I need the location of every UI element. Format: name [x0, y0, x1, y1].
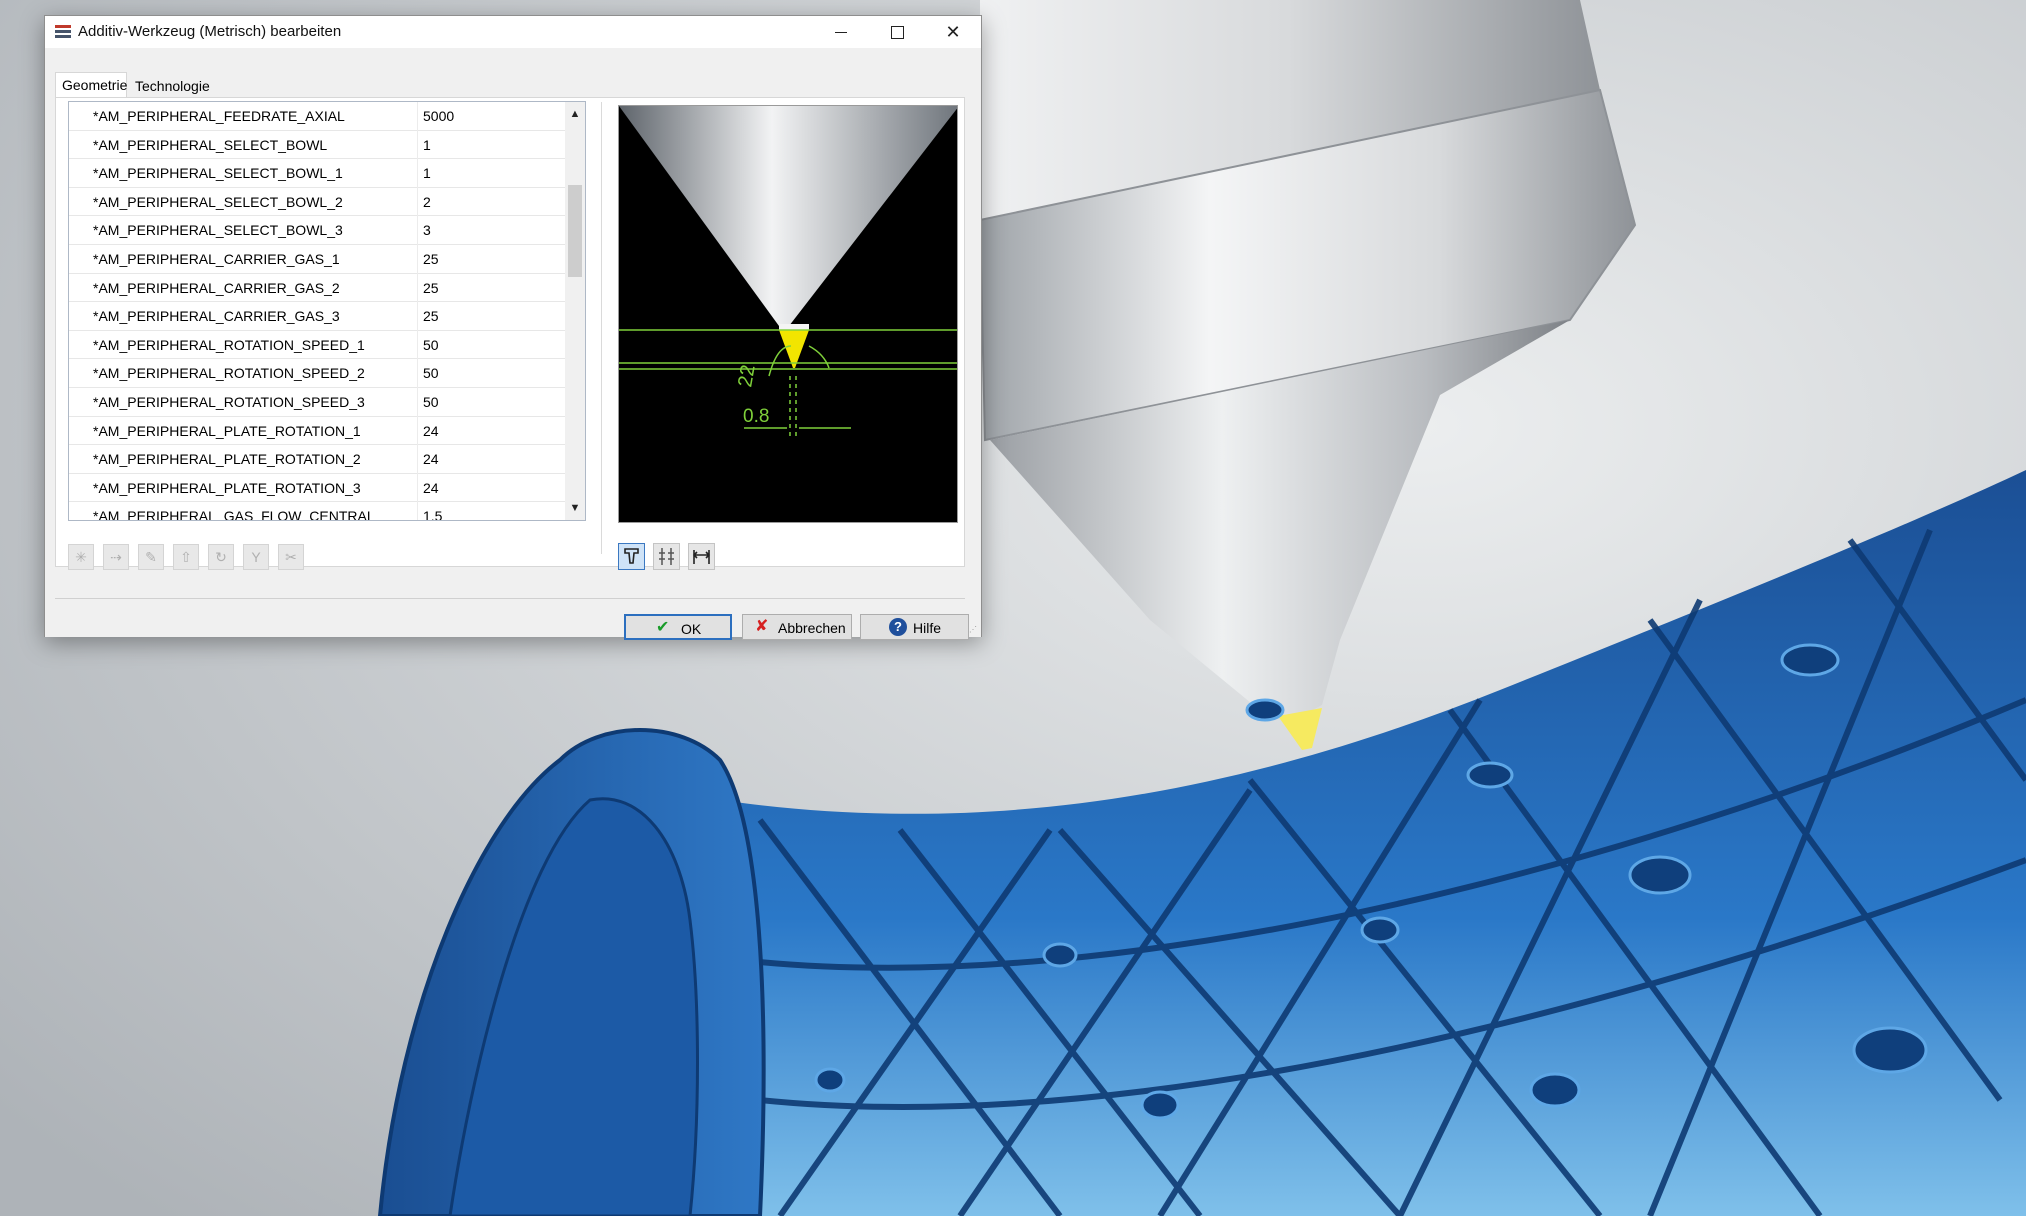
- parameter-value[interactable]: 25: [423, 308, 439, 324]
- parameter-value[interactable]: 24: [423, 480, 439, 496]
- parameter-name: *AM_PERIPHERAL_PLATE_ROTATION_2: [93, 451, 361, 468]
- parameter-name: *AM_PERIPHERAL_ROTATION_SPEED_2: [93, 365, 365, 382]
- scroll-thumb[interactable]: [568, 185, 582, 277]
- cross-icon: ✘: [755, 618, 769, 635]
- help-label: Hilfe: [913, 620, 942, 636]
- maximize-button[interactable]: [869, 16, 925, 48]
- parameter-name: *AM_PERIPHERAL_SELECT_BOWL_1: [93, 165, 343, 182]
- diameter-label: 0.8: [743, 406, 769, 427]
- parameter-value[interactable]: 24: [423, 423, 439, 439]
- parameter-value[interactable]: 24: [423, 451, 439, 467]
- parameter-name: *AM_PERIPHERAL_ROTATION_SPEED_1: [93, 336, 365, 353]
- parameter-grid: *AM_PERIPHERAL_GAS_FLOW_CENTRAL 1.5 *AM_PE…: [68, 101, 586, 521]
- minimize-button[interactable]: [813, 16, 869, 48]
- ok-label: OK: [681, 621, 702, 637]
- preview-tip-collar: [779, 324, 809, 330]
- angle-label: 22: [734, 363, 760, 389]
- scroll-up-icon[interactable]: ▲: [565, 104, 585, 124]
- dialog-client: Geometrie Technologie *AM_PERIPHERAL_GAS…: [45, 48, 981, 640]
- check-icon: ✔: [656, 619, 670, 636]
- parameter-value[interactable]: 50: [423, 365, 439, 381]
- grid-scrollbar[interactable]: ▲ ▼: [565, 102, 585, 520]
- app-icon: [55, 24, 71, 40]
- scroll-down-icon[interactable]: ▼: [565, 498, 585, 518]
- table-row[interactable]: *AM_PERIPHERAL_ROTATION_SPEED_1 50: [69, 331, 566, 360]
- table-row[interactable]: *AM_PERIPHERAL_SELECT_BOWL_3 3: [69, 216, 566, 245]
- parameter-name: *AM_PERIPHERAL_PLATE_ROTATION_3: [93, 479, 361, 496]
- table-row[interactable]: *AM_PERIPHERAL_PLATE_ROTATION_1 24: [69, 417, 566, 446]
- resize-grip[interactable]: ⋰: [969, 625, 979, 635]
- edit-tool-dialog: Additiv-Werkzeug (Metrisch) bearbeiten ✕…: [44, 15, 982, 640]
- tool-view-button[interactable]: [618, 543, 645, 570]
- close-button[interactable]: ✕: [925, 16, 981, 48]
- parameter-value[interactable]: 5000: [423, 108, 454, 124]
- table-row[interactable]: *AM_PERIPHERAL_CARRIER_GAS_3 25: [69, 302, 566, 331]
- cancel-label: Abbrechen: [778, 620, 846, 636]
- table-row[interactable]: *AM_PERIPHERAL_SELECT_BOWL 1: [69, 131, 566, 160]
- table-row[interactable]: *AM_PERIPHERAL_GAS_FLOW_CENTRAL 1.5: [69, 502, 566, 521]
- parameter-name: *AM_PERIPHERAL_SELECT_BOWL: [93, 136, 328, 153]
- parameter-value[interactable]: 3: [423, 222, 431, 238]
- export-icon[interactable]: ⇧: [173, 544, 199, 570]
- dimension-view-icon: [692, 550, 711, 564]
- dimension-line: [808, 345, 830, 369]
- tool-preview-drawing: 22 0.8: [619, 106, 957, 436]
- table-row[interactable]: *AM_PERIPHERAL_CARRIER_GAS_1 25: [69, 245, 566, 274]
- parameter-value[interactable]: 2: [423, 194, 431, 210]
- parameter-value[interactable]: 50: [423, 394, 439, 410]
- column-separator: [417, 102, 418, 520]
- button-separator: [55, 598, 965, 599]
- parameter-value[interactable]: 1.5: [423, 508, 442, 520]
- table-row[interactable]: *AM_PERIPHERAL_CARRIER_GAS_2 25: [69, 274, 566, 303]
- holder-view-button[interactable]: [653, 543, 680, 570]
- table-row[interactable]: *AM_PERIPHERAL_PLATE_ROTATION_3 24: [69, 474, 566, 503]
- parameter-value[interactable]: 25: [423, 251, 439, 267]
- holder-view-icon: [659, 548, 674, 565]
- tool-preview[interactable]: 22 0.8: [618, 105, 958, 523]
- table-row[interactable]: *AM_PERIPHERAL_ROTATION_SPEED_2 50: [69, 359, 566, 388]
- filter-icon[interactable]: Y: [243, 544, 269, 570]
- cancel-button[interactable]: ✘ Abbrechen: [742, 614, 852, 640]
- ok-button[interactable]: ✔ OK: [624, 614, 732, 640]
- parameter-name: *AM_PERIPHERAL_CARRIER_GAS_3: [93, 308, 340, 325]
- help-icon: ?: [889, 618, 907, 636]
- parameter-name: *AM_PERIPHERAL_PLATE_ROTATION_1: [93, 422, 361, 439]
- parameter-value[interactable]: 1: [423, 137, 431, 153]
- link-icon[interactable]: ⇢: [103, 544, 129, 570]
- parameter-name: *AM_PERIPHERAL_CARRIER_GAS_1: [93, 251, 340, 267]
- refresh-icon[interactable]: ↻: [208, 544, 234, 570]
- parameter-name: *AM_PERIPHERAL_GAS_FLOW_CENTRAL: [93, 508, 375, 521]
- tool-view-icon: [624, 548, 639, 564]
- title-bar[interactable]: Additiv-Werkzeug (Metrisch) bearbeiten ✕: [45, 16, 981, 48]
- preview-cone: [619, 106, 957, 326]
- new-parameter-icon[interactable]: ✳: [68, 544, 94, 570]
- parameter-name: *AM_PERIPHERAL_SELECT_BOWL_2: [93, 193, 343, 210]
- tab-geometrie[interactable]: Geometrie: [55, 72, 127, 98]
- table-row[interactable]: *AM_PERIPHERAL_ROTATION_SPEED_3 50: [69, 388, 566, 417]
- parameter-value[interactable]: 25: [423, 280, 439, 296]
- close-icon: ✕: [945, 22, 961, 42]
- geometrie-panel: *AM_PERIPHERAL_GAS_FLOW_CENTRAL 1.5 *AM_PE…: [55, 97, 965, 570]
- parameter-name: *AM_PERIPHERAL_SELECT_BOWL_3: [93, 222, 343, 239]
- table-row[interactable]: *AM_PERIPHERAL_SELECT_BOWL_2 2: [69, 188, 566, 217]
- table-row[interactable]: *AM_PERIPHERAL_PLATE_ROTATION_2 24: [69, 445, 566, 474]
- help-button[interactable]: ? Hilfe: [860, 614, 969, 640]
- table-row[interactable]: *AM_PERIPHERAL_FEEDRATE_AXIAL 5000: [69, 102, 566, 131]
- parameter-name: *AM_PERIPHERAL_ROTATION_SPEED_3: [93, 394, 365, 410]
- parameter-value[interactable]: 50: [423, 337, 439, 353]
- parameter-value[interactable]: 1: [423, 165, 431, 181]
- window-title: Additiv-Werkzeug (Metrisch) bearbeiten: [78, 23, 342, 40]
- dimension-view-button[interactable]: [688, 543, 715, 570]
- tab-technologie[interactable]: Technologie: [129, 74, 215, 98]
- parameter-name: *AM_PERIPHERAL_FEEDRATE_AXIAL: [93, 108, 345, 124]
- edit-icon[interactable]: ✎: [138, 544, 164, 570]
- parameter-name: *AM_PERIPHERAL_CARRIER_GAS_2: [93, 279, 340, 296]
- panel-divider: [601, 102, 602, 554]
- tool-settings-icon[interactable]: ✂: [278, 544, 304, 570]
- table-row[interactable]: *AM_PERIPHERAL_SELECT_BOWL_1 1: [69, 159, 566, 188]
